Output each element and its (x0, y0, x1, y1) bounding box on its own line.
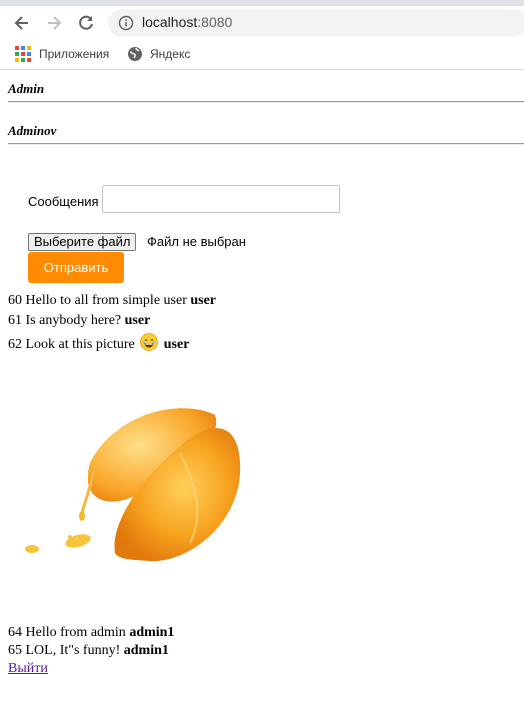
message-author: user (163, 337, 190, 352)
message-input[interactable] (102, 185, 340, 213)
choose-file-button[interactable]: Выберите файл (28, 233, 137, 251)
message-text: Is anybody here? (25, 313, 122, 328)
message-text: Hello from admin (25, 625, 126, 640)
bookmarks-bar: Приложения Яндекс (0, 40, 524, 70)
message-id: 60 (8, 293, 22, 308)
list-item: 61 Is anybody here? user (8, 313, 150, 329)
back-arrow-icon[interactable] (12, 13, 32, 33)
message-id: 61 (8, 313, 22, 328)
message-text: Look at this picture (25, 337, 135, 352)
message-text: LOL, It"s funny! (25, 643, 121, 658)
info-icon[interactable] (118, 15, 134, 31)
message-author: admin1 (129, 625, 175, 640)
address-url: localhost:8080 (142, 14, 232, 30)
message-id: 62 (8, 337, 22, 352)
divider (8, 143, 524, 145)
forward-arrow-icon[interactable] (44, 13, 64, 33)
browser-toolbar: localhost:8080 (0, 6, 524, 40)
url-port: :8080 (197, 14, 233, 30)
user-name-adminov: Adminov (8, 123, 57, 138)
list-item: 60 Hello to all from simple user user (8, 293, 216, 309)
message-id: 64 (8, 625, 22, 640)
user-name-admin: Admin (8, 81, 45, 96)
tangerine-image (20, 403, 245, 568)
address-bar[interactable]: localhost:8080 (108, 9, 524, 37)
grinning-face-emoji-icon (140, 333, 159, 356)
globe-icon (127, 46, 143, 62)
message-id: 65 (8, 643, 22, 658)
send-button[interactable]: Отправить (28, 252, 124, 283)
divider (8, 101, 524, 103)
message-text: Hello to all from simple user (25, 293, 187, 308)
bookmark-yandex-label: Яндекс (150, 47, 191, 61)
url-host: localhost (142, 14, 198, 30)
list-item: 65 LOL, It"s funny! admin1 (8, 643, 169, 659)
logout-link[interactable]: Выйти (8, 661, 48, 677)
bookmark-yandex[interactable]: Яндекс (127, 46, 190, 62)
apps-icon (14, 45, 32, 63)
message-author: user (124, 313, 151, 328)
list-item: 62 Look at this picture user (8, 333, 189, 356)
reload-icon[interactable] (76, 13, 96, 33)
bookmark-apps-label: Приложения (39, 47, 110, 61)
file-status-text: Файл не выбран (147, 234, 246, 249)
message-author: admin1 (123, 643, 169, 658)
message-label: Сообщения (28, 194, 99, 209)
bookmark-apps[interactable]: Приложения (14, 46, 109, 62)
message-author: user (190, 293, 217, 308)
list-item: 64 Hello from admin admin1 (8, 625, 174, 641)
